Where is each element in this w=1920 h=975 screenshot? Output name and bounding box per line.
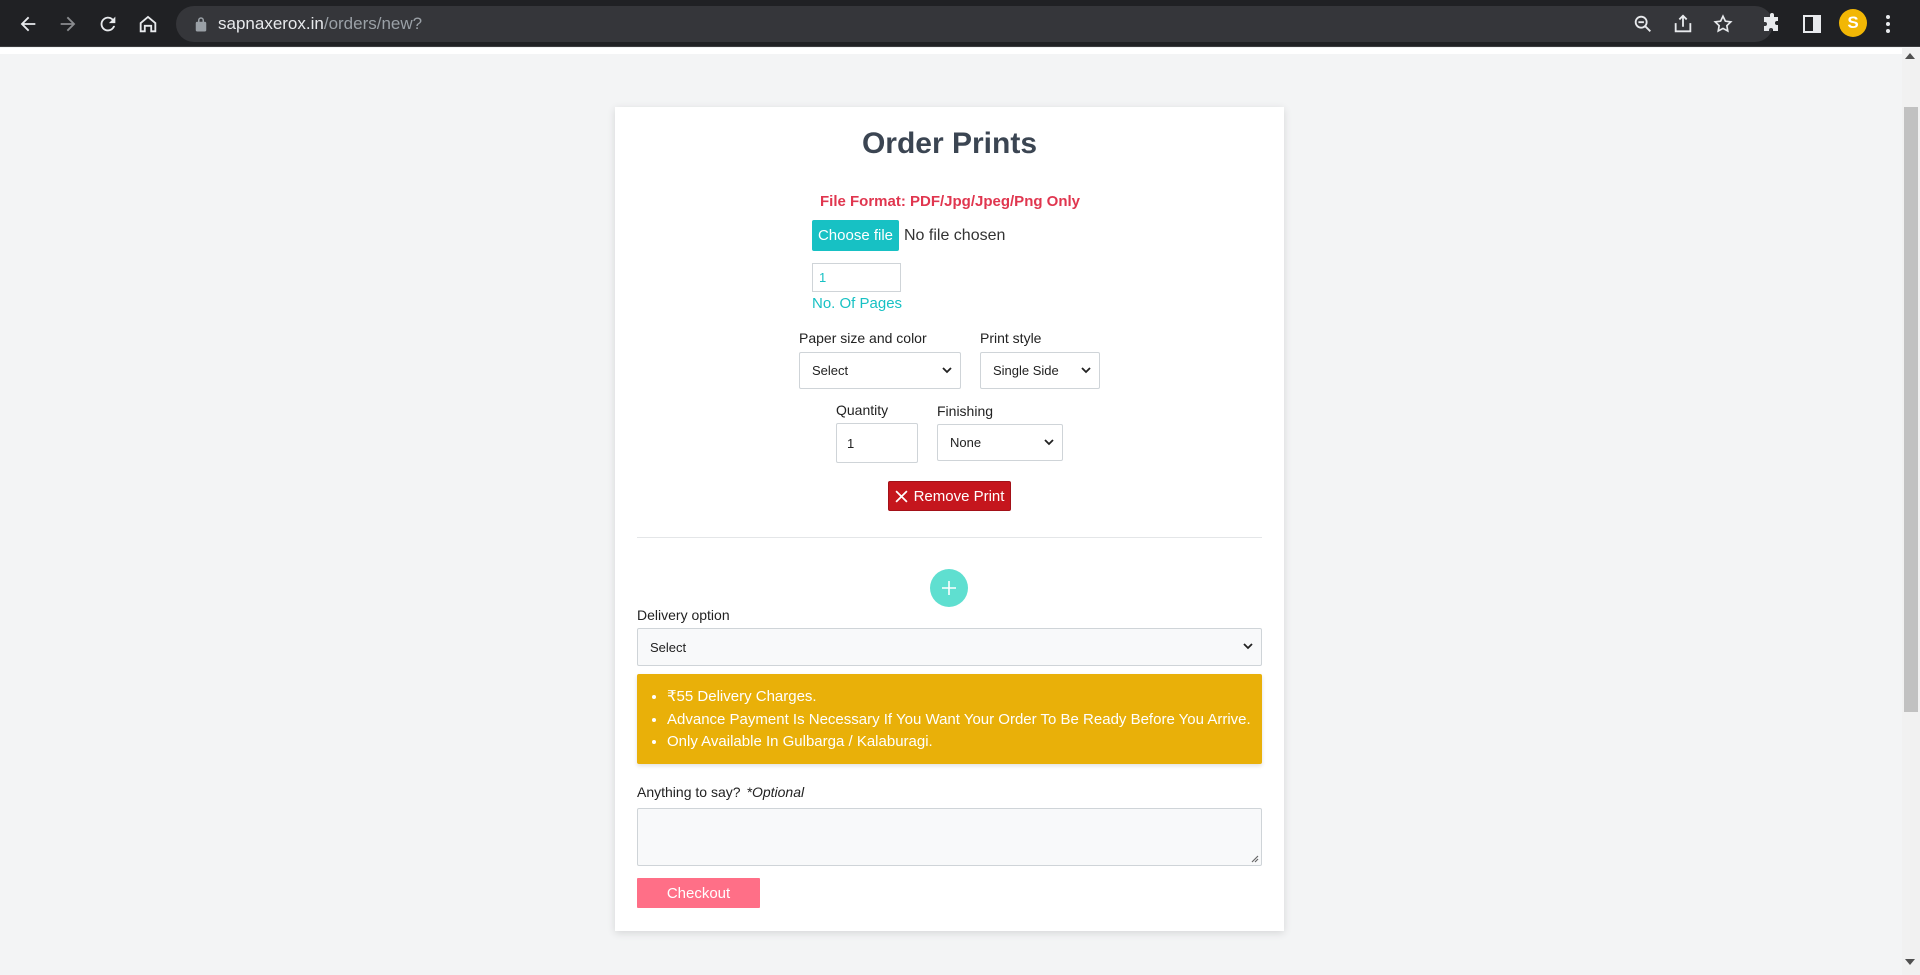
anything-label-text: Anything to say?: [637, 784, 741, 800]
url-text: sapnaxerox.in/orders/new?: [218, 14, 422, 34]
close-x-icon: [895, 489, 908, 503]
print-style-label: Print style: [980, 330, 1042, 346]
profile-avatar[interactable]: S: [1839, 9, 1867, 37]
back-button[interactable]: [12, 8, 44, 40]
info-item: ₹55 Delivery Charges.: [667, 686, 1251, 709]
forward-button[interactable]: [52, 8, 84, 40]
chevron-down-icon: [942, 366, 952, 373]
browser-toolbar: sapnaxerox.in/orders/new? S: [0, 0, 1920, 47]
url-path: /orders/new?: [323, 14, 423, 33]
finishing-select[interactable]: None: [937, 424, 1063, 461]
remove-print-label: Remove Print: [913, 487, 1005, 505]
lock-icon: [195, 17, 207, 32]
quantity-input[interactable]: 1: [836, 423, 918, 463]
quantity-value: 1: [847, 435, 855, 451]
chevron-down-icon: [1243, 643, 1253, 650]
reload-button[interactable]: [92, 8, 124, 40]
home-icon: [139, 15, 157, 33]
add-print-button[interactable]: [930, 569, 968, 607]
back-arrow-icon: [20, 16, 36, 32]
pages-label: No. Of Pages: [812, 295, 903, 312]
print-style-select[interactable]: Single Side: [980, 352, 1100, 389]
page-title: Order Prints: [861, 127, 1038, 160]
finishing-value: None: [950, 435, 982, 450]
resize-handle-icon[interactable]: [1250, 854, 1259, 863]
paper-size-select[interactable]: Select: [799, 352, 961, 389]
chevron-down-icon: [1044, 438, 1054, 445]
delivery-info-list: ₹55 Delivery Charges. Advance Payment Is…: [667, 686, 1251, 754]
home-button[interactable]: [132, 8, 164, 40]
page-header-strip: [0, 48, 1902, 54]
remove-print-button[interactable]: Remove Print: [888, 481, 1011, 511]
info-item: Advance Payment Is Necessary If You Want…: [667, 709, 1251, 732]
anything-to-say-label: Anything to say? *Optional: [637, 784, 804, 800]
scrollbar-thumb[interactable]: [1904, 107, 1918, 712]
notes-textarea[interactable]: [637, 808, 1262, 866]
zoom-icon[interactable]: [1632, 13, 1654, 35]
reload-icon: [100, 16, 116, 32]
no-file-chosen-text: No file chosen: [904, 227, 1006, 244]
paper-size-label: Paper size and color: [799, 330, 927, 346]
delivery-option-select[interactable]: Select: [637, 628, 1262, 666]
url-host: sapnaxerox.in: [218, 14, 324, 33]
extensions-puzzle-icon[interactable]: [1760, 12, 1784, 36]
share-icon[interactable]: [1672, 13, 1694, 35]
more-options-icon[interactable]: [1884, 12, 1892, 36]
checkout-button[interactable]: Checkout: [637, 878, 760, 908]
section-divider: [637, 537, 1262, 538]
file-format-note: File Format: PDF/Jpg/Jpeg/Png Only: [820, 193, 1081, 210]
info-item: Only Available In Gulbarga / Kalaburagi.: [667, 731, 1251, 754]
bookmark-star-icon[interactable]: [1712, 13, 1734, 35]
paper-size-value: Select: [812, 363, 849, 378]
chevron-down-icon: [1081, 366, 1091, 373]
delivery-info-alert: ₹55 Delivery Charges. Advance Payment Is…: [637, 674, 1262, 764]
scroll-up-arrow-icon[interactable]: [1905, 53, 1915, 59]
pages-input[interactable]: 1: [812, 263, 901, 292]
delivery-option-value: Select: [650, 639, 687, 655]
delivery-option-label: Delivery option: [637, 607, 730, 623]
optional-label: *Optional: [746, 784, 805, 800]
finishing-label: Finishing: [937, 403, 994, 419]
print-style-value: Single Side: [993, 363, 1059, 378]
forward-arrow-icon: [60, 16, 76, 32]
scroll-down-arrow-icon[interactable]: [1905, 959, 1915, 965]
address-bar[interactable]: sapnaxerox.in/orders/new?: [176, 6, 1773, 42]
choose-file-button[interactable]: Choose file: [812, 220, 899, 251]
plus-icon: [942, 581, 956, 595]
side-panel-icon[interactable]: [1800, 12, 1824, 36]
quantity-label: Quantity: [836, 402, 889, 418]
